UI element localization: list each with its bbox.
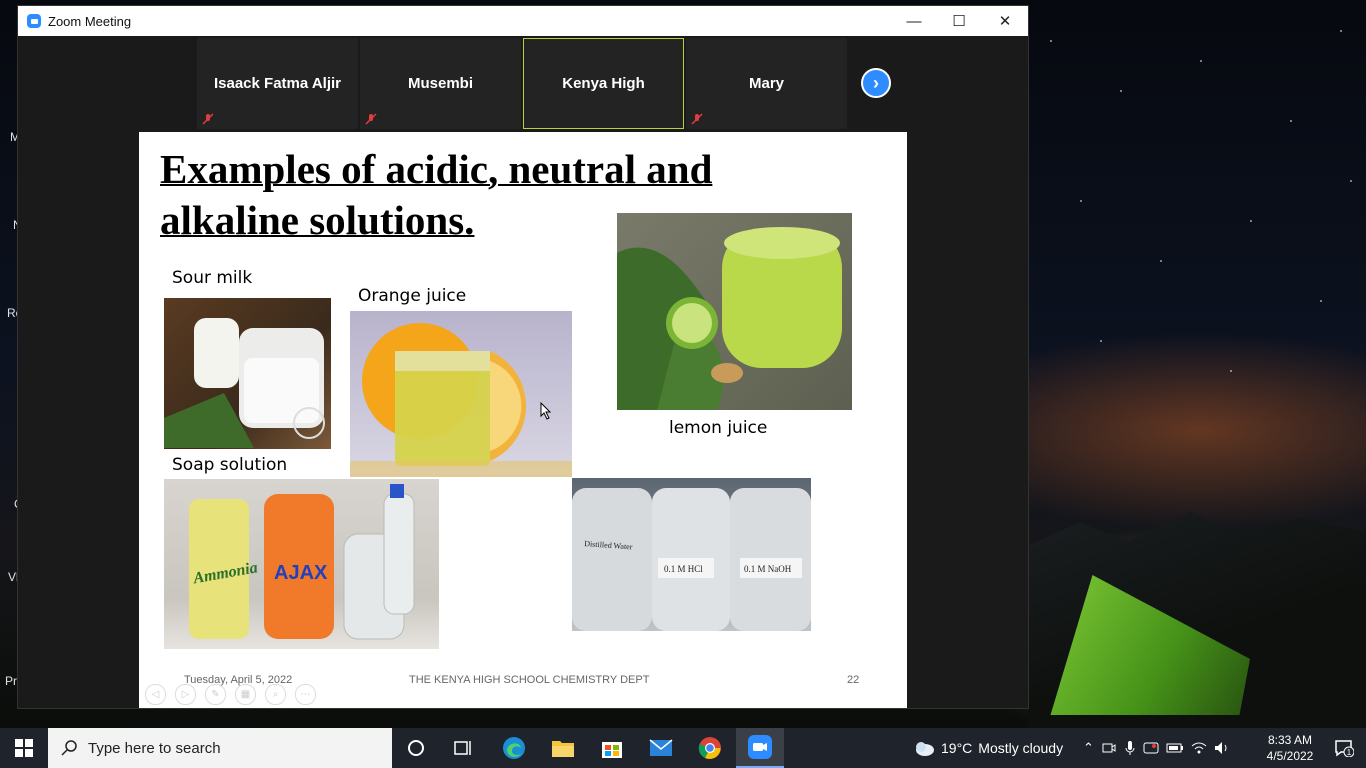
slides-grid-icon[interactable]: ▦ bbox=[235, 684, 256, 705]
notification-icon: 1 bbox=[1335, 740, 1354, 757]
start-button[interactable] bbox=[0, 728, 48, 768]
folder-icon bbox=[552, 741, 574, 757]
sour-milk-image bbox=[164, 298, 331, 449]
pen-icon[interactable]: ✎ bbox=[205, 684, 226, 705]
clock-date: 4/5/2022 bbox=[1266, 749, 1314, 763]
slideshow-controls: ◁ ▷ ✎ ▦ ⌕ ⋯ bbox=[145, 684, 316, 705]
soap-solution-image: Ammonia AJAX bbox=[164, 479, 439, 649]
maximize-button[interactable]: ☐ bbox=[936, 6, 982, 36]
microsoft-store-button[interactable] bbox=[588, 728, 636, 768]
taskbar: Type here to search 19°C Mostly cloudy ⌃… bbox=[0, 728, 1366, 768]
task-view-icon bbox=[454, 741, 471, 755]
desktop-icon-label[interactable]: Pr bbox=[5, 674, 17, 688]
weather-description: Mostly cloudy bbox=[978, 740, 1064, 756]
footer-dept: THE KENYA HIGH SCHOOL CHEMISTRY DEPT bbox=[409, 674, 650, 686]
search-placeholder: Type here to search bbox=[88, 739, 221, 757]
bottle-label-naoh: 0.1 M NaOH bbox=[744, 564, 792, 574]
muted-mic-icon bbox=[691, 113, 703, 125]
caption-orange-juice: Orange juice bbox=[358, 286, 467, 306]
next-slide-icon[interactable]: ▷ bbox=[175, 684, 196, 705]
zoom-magnifier-icon[interactable]: ⌕ bbox=[265, 684, 286, 705]
mail-button[interactable] bbox=[637, 728, 685, 768]
more-options-icon[interactable]: ⋯ bbox=[295, 684, 316, 705]
notification-count: 1 bbox=[1347, 748, 1352, 757]
slide-title-line-1: Examples of acidic, neutral and bbox=[160, 146, 713, 192]
participant-tile[interactable]: Musembi bbox=[360, 38, 521, 129]
camera-in-use-icon[interactable] bbox=[1143, 740, 1159, 756]
taskbar-search-box[interactable]: Type here to search bbox=[48, 728, 392, 768]
caption-sour-milk: Sour milk bbox=[172, 268, 253, 288]
muted-mic-icon bbox=[202, 113, 214, 125]
zoom-meeting-window: Zoom Meeting — ☐ ✕ Isaack Fatma Aljir Mu… bbox=[18, 6, 1028, 708]
edge-browser-button[interactable] bbox=[490, 728, 538, 768]
weather-temperature: 19°C bbox=[941, 740, 973, 756]
volume-icon[interactable] bbox=[1214, 741, 1230, 755]
bottle-label-hcl: 0.1 M HCl bbox=[664, 564, 703, 574]
orange-juice-image bbox=[350, 311, 572, 477]
mouse-cursor-icon bbox=[540, 402, 552, 420]
muted-mic-icon bbox=[365, 113, 377, 125]
window-title: Zoom Meeting bbox=[48, 13, 132, 29]
lemon-juice-image bbox=[617, 213, 852, 410]
next-page-button[interactable]: › bbox=[861, 68, 891, 98]
mail-envelope-icon bbox=[649, 739, 673, 756]
slide-title-line-2: alkaline solutions. bbox=[160, 197, 475, 243]
show-hidden-icons-chevron-icon[interactable]: ⌃ bbox=[1083, 740, 1094, 756]
title-bar[interactable]: Zoom Meeting — ☐ ✕ bbox=[18, 6, 1028, 36]
taskbar-clock[interactable]: 8:33 AM 4/5/2022 bbox=[1258, 732, 1322, 764]
minimize-button[interactable]: — bbox=[891, 6, 937, 36]
participant-tile[interactable]: Mary bbox=[686, 38, 847, 129]
shared-slide: Examples of acidic, neutral and alkaline… bbox=[139, 132, 907, 708]
meet-now-icon[interactable] bbox=[1101, 740, 1117, 756]
participant-name: Kenya High bbox=[562, 75, 645, 92]
participant-gallery: Isaack Fatma Aljir Musembi Kenya High Ma… bbox=[18, 36, 1028, 132]
system-tray: ⌃ bbox=[1083, 728, 1230, 768]
zoom-taskbar-button[interactable] bbox=[736, 728, 784, 768]
participant-name: Mary bbox=[748, 75, 785, 92]
edge-icon bbox=[503, 737, 525, 759]
ajax-label: AJAX bbox=[274, 562, 328, 584]
caption-lemon-juice: lemon juice bbox=[669, 418, 768, 438]
search-icon bbox=[61, 740, 77, 756]
participant-name: Isaack Fatma Aljir bbox=[213, 75, 341, 92]
action-center-button[interactable]: 1 bbox=[1322, 728, 1366, 768]
participant-name: Musembi bbox=[407, 75, 473, 92]
battery-icon[interactable] bbox=[1166, 742, 1184, 754]
file-explorer-button[interactable] bbox=[539, 728, 587, 768]
cloud-icon bbox=[916, 742, 934, 756]
chrome-icon bbox=[698, 737, 721, 759]
chrome-button[interactable] bbox=[686, 728, 734, 768]
participant-tile-active-speaker[interactable]: Kenya High bbox=[523, 38, 684, 129]
slide-number: 22 bbox=[847, 674, 860, 686]
caption-soap-solution: Soap solution bbox=[172, 455, 288, 475]
cortana-circle-icon bbox=[408, 740, 424, 756]
clock-time: 8:33 AM bbox=[1267, 733, 1313, 747]
windows-logo-icon bbox=[15, 739, 33, 757]
microphone-icon[interactable] bbox=[1124, 740, 1136, 756]
store-bag-icon bbox=[602, 742, 622, 758]
water-hcl-naoh-image: Distilled Water 0.1 M HCl 0.1 M NaOH bbox=[572, 478, 811, 631]
cortana-button[interactable] bbox=[392, 728, 440, 768]
zoom-camera-icon bbox=[748, 735, 772, 759]
weather-widget[interactable]: 19°C Mostly cloudy bbox=[913, 728, 1063, 768]
wifi-icon[interactable] bbox=[1191, 741, 1207, 755]
task-view-button[interactable] bbox=[440, 728, 488, 768]
zoom-logo-icon bbox=[27, 14, 41, 28]
participant-tile[interactable]: Isaack Fatma Aljir bbox=[197, 38, 358, 129]
previous-slide-icon[interactable]: ◁ bbox=[145, 684, 166, 705]
close-button[interactable]: ✕ bbox=[982, 6, 1028, 36]
